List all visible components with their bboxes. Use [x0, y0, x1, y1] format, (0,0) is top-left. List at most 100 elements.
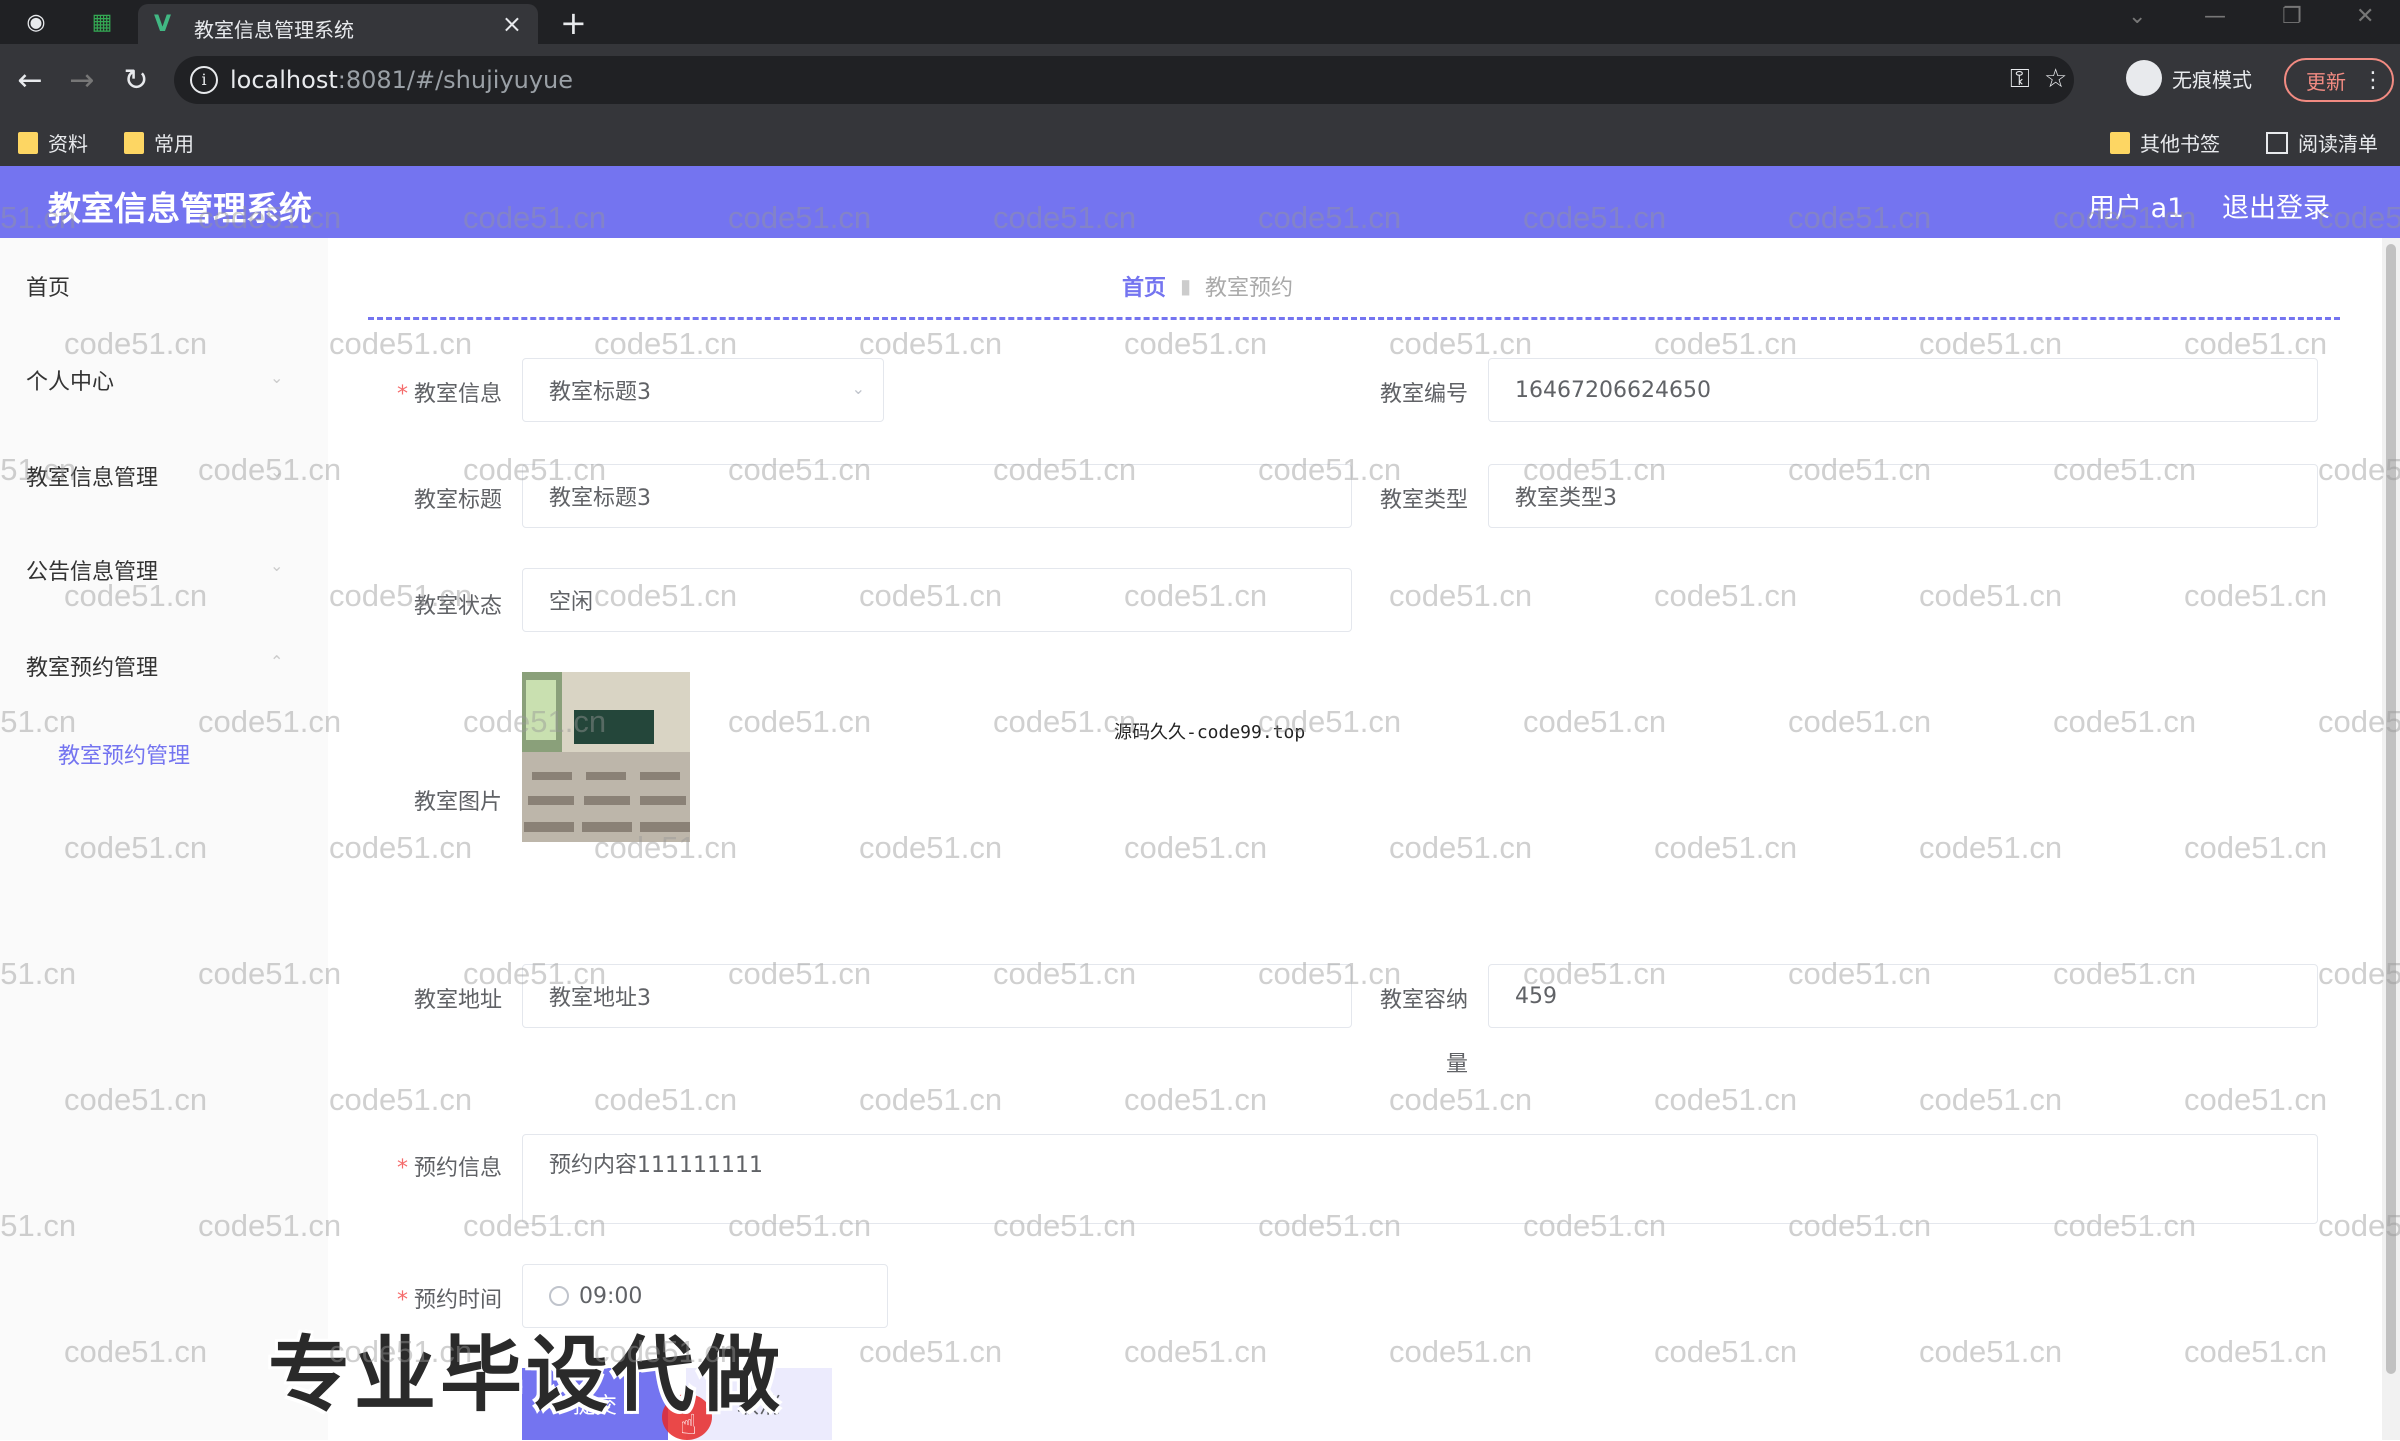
- watermark-text: code51.cn: [2184, 326, 2328, 361]
- folder-icon: [18, 131, 38, 154]
- tab-title: 教室信息管理系统: [194, 18, 354, 42]
- chevron-down-icon: ⌄: [851, 379, 865, 398]
- key-icon[interactable]: ⚿: [2010, 64, 2030, 95]
- app-header: 教室信息管理系统 用户 a1 退出登录: [0, 166, 2400, 238]
- watermark-text: code51.cn: [594, 1082, 738, 1117]
- promo-overlay-text: 专业毕设代做: [268, 1328, 785, 1423]
- classroom-image-label: 教室图片: [413, 790, 502, 815]
- watermark-text: code51.cn: [1919, 578, 2063, 613]
- browser-tab[interactable]: V 教室信息管理系统 ×: [138, 4, 538, 44]
- watermark-text: code51.cn: [1654, 326, 1798, 361]
- folder-icon: [124, 131, 144, 154]
- bookmark-folder[interactable]: 资料: [18, 128, 88, 157]
- browser-menu-icon[interactable]: ◉: [22, 8, 50, 36]
- watermark-text: code51.cn: [1389, 578, 1533, 613]
- chevron-down-icon: ⌄: [270, 462, 284, 481]
- classroom-info-select[interactable]: 教室标题3 ⌄: [522, 358, 884, 422]
- watermark-text: code51.cn: [2184, 1334, 2328, 1369]
- watermark-text: code51.cn: [1788, 704, 1932, 739]
- site-info-icon[interactable]: i: [190, 66, 218, 94]
- source-overlay-text: 源码久久-code99.top: [1114, 722, 1306, 743]
- watermark-text: code51.cn: [1124, 830, 1268, 865]
- classroom-type-field[interactable]: 教室类型3: [1488, 464, 2318, 528]
- booking-info-textarea[interactable]: 预约内容111111111: [522, 1134, 2318, 1224]
- classroom-type-label: 教室类型: [1379, 488, 1468, 513]
- sidebar-item-booking-management[interactable]: 教室预约管理: [26, 650, 158, 682]
- watermark-text: code51.cn: [1124, 1334, 1268, 1369]
- capacity-label: 教室容纳: [1379, 988, 1468, 1013]
- chevron-up-icon: ⌃: [270, 652, 284, 671]
- new-tab-icon[interactable]: +: [560, 4, 587, 42]
- breadcrumb: 首页 ▮ 教室预约: [1122, 270, 1293, 302]
- browser-toolbar: ← → ↻ i localhost:8081/#/shujiyuyue ⚿ ☆ …: [0, 44, 2400, 116]
- breadcrumb-current: 教室预约: [1205, 276, 1294, 301]
- other-bookmarks[interactable]: 其他书签: [2110, 128, 2220, 157]
- folder-icon: [2110, 131, 2130, 154]
- watermark-text: code51.cn: [1124, 326, 1268, 361]
- watermark-text: code51.cn: [1654, 1082, 1798, 1117]
- classroom-title-label: 教室标题: [413, 488, 502, 513]
- kebab-menu-icon[interactable]: ⋮: [2362, 68, 2384, 93]
- watermark-text: code51.cn: [1389, 830, 1533, 865]
- watermark-text: code51.cn: [2053, 704, 2197, 739]
- watermark-text: code51.cn: [2184, 830, 2328, 865]
- capacity-label-wrap: 量: [1445, 1052, 1468, 1077]
- sidebar-subitem-booking-management[interactable]: 教室预约管理: [58, 738, 190, 770]
- classroom-photo: [522, 672, 690, 842]
- incognito-indicator[interactable]: 无痕模式: [2126, 60, 2252, 96]
- reload-icon[interactable]: ↻: [116, 60, 156, 100]
- bookmark-folder[interactable]: 常用: [124, 128, 194, 157]
- logout-link[interactable]: 退出登录: [2222, 186, 2330, 225]
- minimize-icon[interactable]: —: [2204, 4, 2226, 29]
- watermark-text: code51.cn: [1523, 704, 1667, 739]
- forward-icon[interactable]: →: [62, 60, 102, 100]
- classroom-status-label: 教室状态: [413, 594, 502, 619]
- scrollbar-thumb[interactable]: [2386, 244, 2396, 1374]
- divider: [368, 317, 2340, 320]
- address-bar[interactable]: i localhost:8081/#/shujiyuyue ⚿ ☆: [174, 56, 2074, 104]
- clock-icon: [549, 1286, 569, 1306]
- watermark-text: code51.cn: [2184, 1082, 2328, 1117]
- tab-close-icon[interactable]: ×: [502, 10, 522, 38]
- watermark-text: code51.cn: [728, 704, 872, 739]
- classroom-no-label: 教室编号: [1379, 382, 1468, 407]
- watermark-text: code51.cn: [329, 830, 473, 865]
- classroom-address-label: 教室地址: [413, 988, 502, 1013]
- booking-info-label: * 预约信息: [396, 1156, 502, 1181]
- watermark-text: code51.cn: [594, 326, 738, 361]
- watermark-text: code51.cn: [329, 1082, 473, 1117]
- watermark-text: code51.cn: [859, 326, 1003, 361]
- watermark-text: code51.cn: [1654, 830, 1798, 865]
- watermark-text: code51.cn: [1389, 1082, 1533, 1117]
- restore-icon[interactable]: ❐: [2282, 4, 2302, 29]
- classroom-status-field[interactable]: 空闲: [522, 568, 1352, 632]
- classroom-title-field[interactable]: 教室标题3: [522, 464, 1352, 528]
- url-text: localhost:8081/#/shujiyuyue: [230, 66, 574, 94]
- watermark-text: code51.cn: [1124, 1082, 1268, 1117]
- sidebar-item-home[interactable]: 首页: [26, 270, 70, 302]
- watermark-text: code51.cn: [1919, 830, 2063, 865]
- classroom-no-field[interactable]: 16467206624650: [1488, 358, 2318, 422]
- breadcrumb-home[interactable]: 首页: [1122, 270, 1166, 302]
- breadcrumb-separator-icon: ▮: [1180, 274, 1192, 298]
- current-user: 用户 a1: [2088, 193, 2185, 224]
- sidebar-item-personal-center[interactable]: 个人中心: [26, 364, 114, 396]
- sidebar-item-notice-management[interactable]: 公告信息管理: [26, 554, 158, 586]
- tab-search-icon[interactable]: ⌄: [2128, 4, 2146, 29]
- incognito-icon: [2126, 60, 2162, 96]
- watermark-text: code51.cn: [1654, 578, 1798, 613]
- watermark-text: code51.cn: [2184, 578, 2328, 613]
- bookmark-star-icon[interactable]: ☆: [2044, 64, 2067, 94]
- watermark-text: code51.cn: [1919, 1082, 2063, 1117]
- window-close-icon[interactable]: ✕: [2356, 4, 2374, 29]
- update-button[interactable]: 更新 ⋮: [2284, 58, 2394, 102]
- classroom-address-field[interactable]: 教室地址3: [522, 964, 1352, 1028]
- watermark-text: code51.cn: [1919, 1334, 2063, 1369]
- capacity-field[interactable]: 459: [1488, 964, 2318, 1028]
- sidebar: 首页 个人中心 ⌄ 教室信息管理 ⌄ 公告信息管理 ⌄ 教室预约管理 ⌃ 教室预…: [0, 238, 328, 1440]
- watermark-text: code51.cn: [859, 1334, 1003, 1369]
- back-icon[interactable]: ←: [10, 60, 50, 100]
- reading-list[interactable]: 阅读清单: [2266, 128, 2378, 157]
- sheets-app-icon[interactable]: ▦: [88, 8, 116, 36]
- sidebar-item-classroom-management[interactable]: 教室信息管理: [26, 460, 158, 492]
